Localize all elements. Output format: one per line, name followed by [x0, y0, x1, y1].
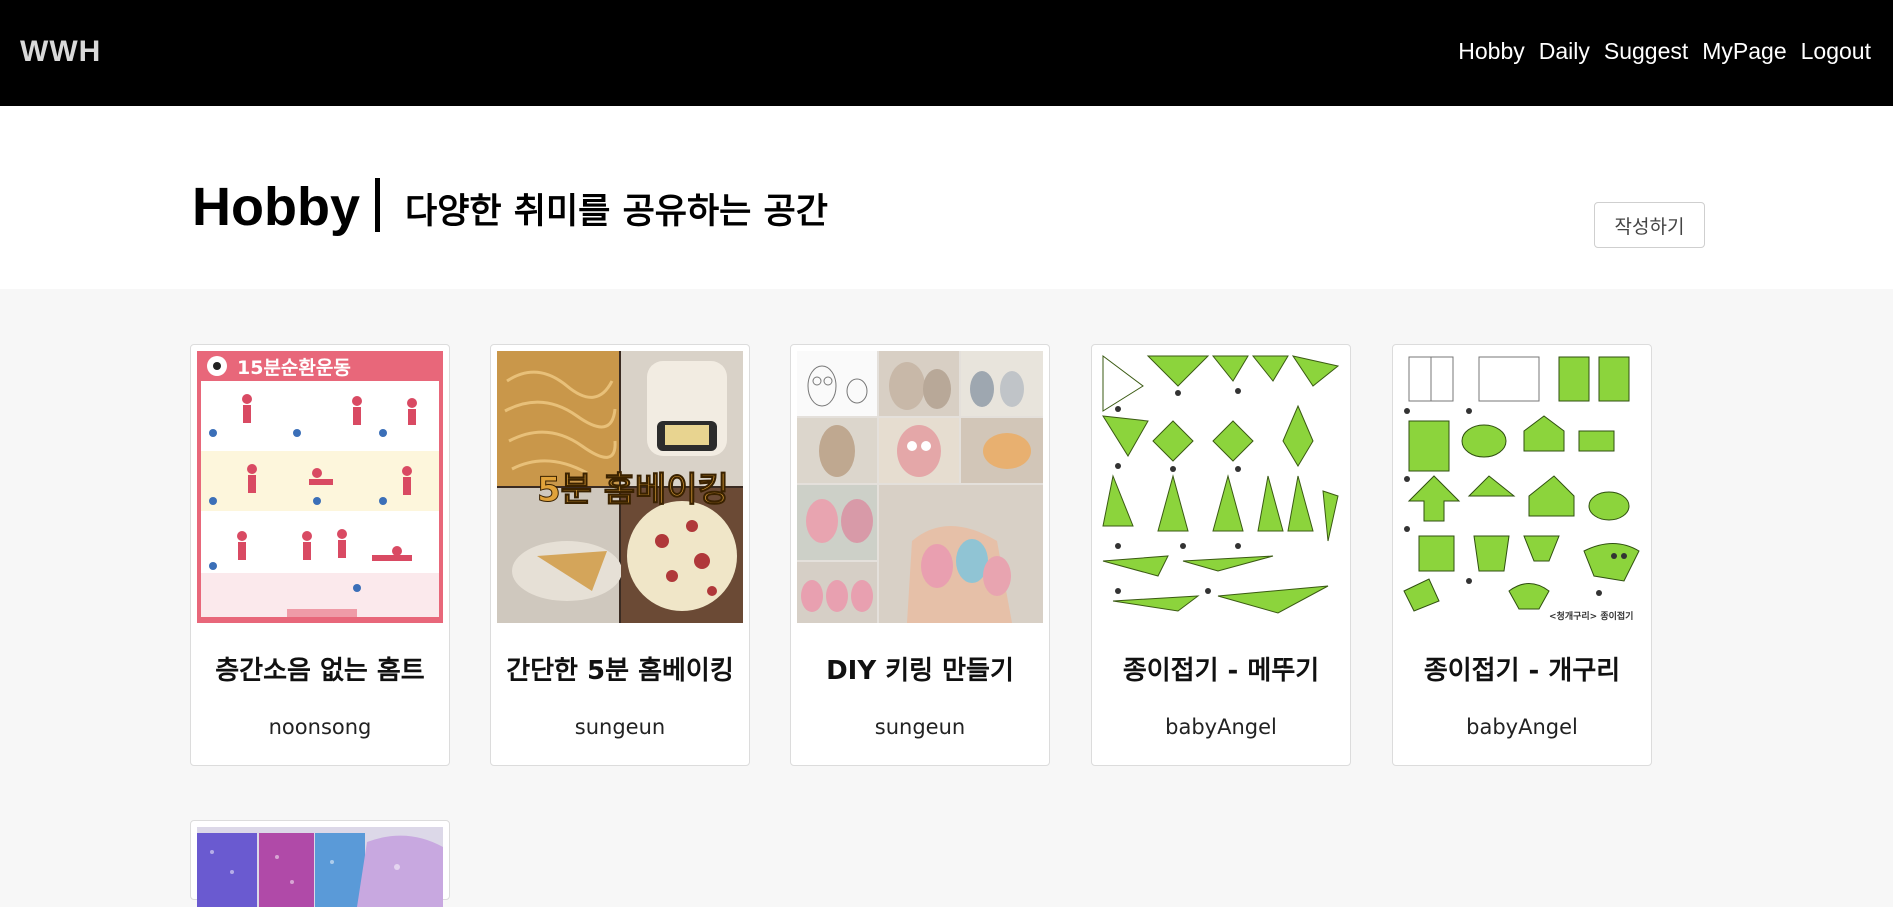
post-thumbnail-home-baking[interactable]: 5분 홈베이킹 — [497, 351, 743, 623]
write-button[interactable]: 작성하기 — [1594, 202, 1705, 248]
post-title[interactable]: 간단한 5분 홈베이킹 — [491, 650, 749, 687]
post-author: sungeun — [874, 715, 966, 739]
post-card[interactable]: <청개구리> 종이접기 종이접기 - 개구리 babyAngel — [1392, 344, 1652, 766]
nav-link-suggest[interactable]: Suggest — [1604, 38, 1688, 65]
nav-links: Hobby Daily Suggest MyPage Logout — [1458, 38, 1871, 65]
page-subtitle: 다양한 취미를 공유하는 공간 — [405, 192, 828, 232]
post-title[interactable]: DIY 키링 만들기 — [791, 650, 1049, 687]
post-thumbnail-keyring[interactable] — [797, 351, 1043, 623]
baking-overlay-text: 5분 홈베이킹 — [537, 470, 729, 510]
post-author: sungeun — [574, 715, 666, 739]
post-title[interactable]: 종이접기 - 개구리 — [1393, 650, 1651, 687]
post-card[interactable] — [190, 820, 450, 907]
nav-link-logout[interactable]: Logout — [1801, 38, 1871, 65]
post-card[interactable]: DIY 키링 만들기 sungeun — [790, 344, 1050, 766]
brand-logo[interactable]: WWH — [20, 35, 101, 69]
page-title: Hobby — [192, 177, 360, 237]
title-divider — [375, 178, 380, 232]
frog-diagram-caption: <청개구리> 종이접기 — [1549, 610, 1633, 622]
post-author: babyAngel — [1466, 715, 1578, 739]
post-title[interactable]: 종이접기 - 메뚜기 — [1092, 650, 1350, 687]
nav-link-mypage[interactable]: MyPage — [1702, 38, 1786, 65]
nav-link-hobby[interactable]: Hobby — [1458, 38, 1524, 65]
page-header: Hobby 다양한 취미를 공유하는 공간 작성하기 — [0, 106, 1893, 289]
post-thumbnail-origami-grasshopper[interactable] — [1098, 351, 1344, 623]
post-author: noonsong — [268, 715, 372, 739]
post-card[interactable]: 종이접기 - 메뚜기 babyAngel — [1091, 344, 1351, 766]
post-card[interactable]: 15분순환운동 층간소음 없는 홈트 noonsong — [190, 344, 450, 766]
post-title[interactable]: 층간소음 없는 홈트 — [191, 650, 449, 687]
nav-link-daily[interactable]: Daily — [1539, 38, 1590, 65]
poster-heading: 15분순환운동 — [237, 357, 351, 379]
top-navbar: WWH Hobby Daily Suggest MyPage Logout — [0, 0, 1893, 106]
post-card[interactable]: 5분 홈베이킹 간단한 5분 홈베이킹 sungeun — [490, 344, 750, 766]
post-thumbnail-glitter[interactable] — [197, 827, 443, 907]
post-thumbnail-origami-frog[interactable]: <청개구리> 종이접기 — [1399, 351, 1645, 623]
post-author: babyAngel — [1165, 715, 1277, 739]
post-thumbnail-home-workout[interactable]: 15분순환운동 — [197, 351, 443, 623]
